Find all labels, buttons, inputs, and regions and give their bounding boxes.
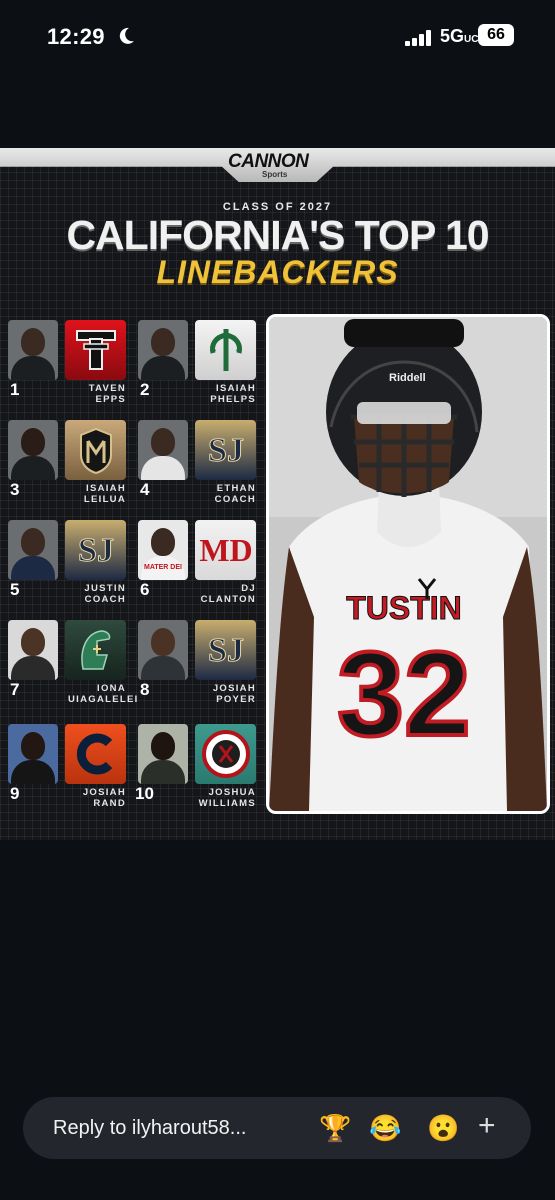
player-photo: MATER DEI bbox=[138, 520, 188, 580]
clock: 12:29 bbox=[47, 24, 105, 49]
player-rank: 10 bbox=[135, 784, 154, 803]
player-name: JOSHUA WILLIAMS bbox=[198, 787, 256, 809]
svg-text:MD: MD bbox=[199, 532, 252, 568]
moon-icon bbox=[119, 27, 134, 44]
player-photo bbox=[8, 724, 58, 784]
story-image[interactable]: CANNON Sports CLASS OF 2027 CALIFORNIA'S… bbox=[0, 148, 555, 840]
reply-bar[interactable]: Reply to ilyharout58... 🏆 😂 😮 + bbox=[23, 1097, 531, 1159]
player-rank: 8 bbox=[140, 680, 150, 699]
laughing-reaction-button[interactable]: 😂 bbox=[369, 1112, 401, 1144]
player-rank: 7 bbox=[10, 680, 20, 699]
brand-sub: Sports bbox=[262, 170, 288, 179]
status-bar: 12:29 5GUC 66 bbox=[0, 0, 555, 75]
player-photo bbox=[138, 420, 188, 480]
battery-icon: 66 bbox=[478, 24, 514, 46]
player-photo bbox=[138, 320, 188, 380]
player-photo bbox=[8, 520, 58, 580]
player-rank: 4 bbox=[140, 480, 150, 499]
trident-logo-icon bbox=[195, 320, 256, 380]
signal-icon bbox=[405, 30, 435, 46]
player-name: ISAIAH LEILUA bbox=[83, 483, 126, 505]
player-rank: 5 bbox=[10, 580, 20, 599]
sj-logo-icon: SJ bbox=[195, 420, 256, 480]
reply-input[interactable]: Reply to ilyharout58... bbox=[53, 1117, 246, 1140]
crest-logo-icon bbox=[65, 420, 126, 480]
player-photo bbox=[8, 620, 58, 680]
sj-logo-icon: SJ bbox=[65, 520, 126, 580]
featured-player-photo: Riddell TUSTIN 32 bbox=[266, 314, 550, 814]
player-name: ETHAN COACH bbox=[214, 483, 256, 505]
player-name: JOSIAH POYER bbox=[212, 683, 256, 705]
player-name: ISAIAH PHELPS bbox=[210, 383, 256, 405]
player-name: JOSIAH RAND bbox=[82, 787, 126, 809]
player-rank: 1 bbox=[10, 380, 20, 399]
graphic-title: CALIFORNIA'S TOP 10 bbox=[66, 212, 489, 258]
plus-icon[interactable]: + bbox=[478, 1109, 496, 1143]
player-name: DJ CLANTON bbox=[200, 583, 256, 605]
svg-text:SJ: SJ bbox=[78, 532, 114, 569]
svg-text:TUSTIN: TUSTIN bbox=[346, 590, 462, 626]
svg-text:SJ: SJ bbox=[208, 632, 244, 669]
graphic-subtitle: LINEBACKERS bbox=[156, 254, 399, 290]
player-photo bbox=[8, 320, 58, 380]
player-photo bbox=[138, 724, 188, 784]
svg-text:Riddell: Riddell bbox=[389, 372, 426, 384]
player-name: JUSTIN COACH bbox=[84, 583, 126, 605]
sj-logo-icon: SJ bbox=[195, 620, 256, 680]
player-rank: 6 bbox=[140, 580, 150, 599]
c-logo-icon bbox=[65, 724, 126, 784]
sea-kings-logo-icon bbox=[195, 724, 256, 784]
svg-text:32: 32 bbox=[337, 627, 470, 761]
trophy-reaction-button[interactable]: 🏆 bbox=[319, 1112, 351, 1144]
player-rank: 9 bbox=[10, 784, 20, 803]
surprised-reaction-button[interactable]: 😮 bbox=[427, 1112, 459, 1144]
player-rank: 3 bbox=[10, 480, 20, 499]
spartan-logo-icon bbox=[65, 620, 126, 680]
md-logo-icon: MD bbox=[195, 520, 256, 580]
svg-text:SJ: SJ bbox=[208, 432, 244, 469]
player-name: TAVEN EPPS bbox=[88, 383, 126, 405]
player-name: IONA UIAGALELEI bbox=[68, 683, 139, 705]
network-label: 5GUC bbox=[440, 26, 479, 46]
red-tt-logo-icon bbox=[65, 320, 126, 380]
player-rank: 2 bbox=[140, 380, 150, 399]
player-photo bbox=[8, 420, 58, 480]
player-photo bbox=[138, 620, 188, 680]
